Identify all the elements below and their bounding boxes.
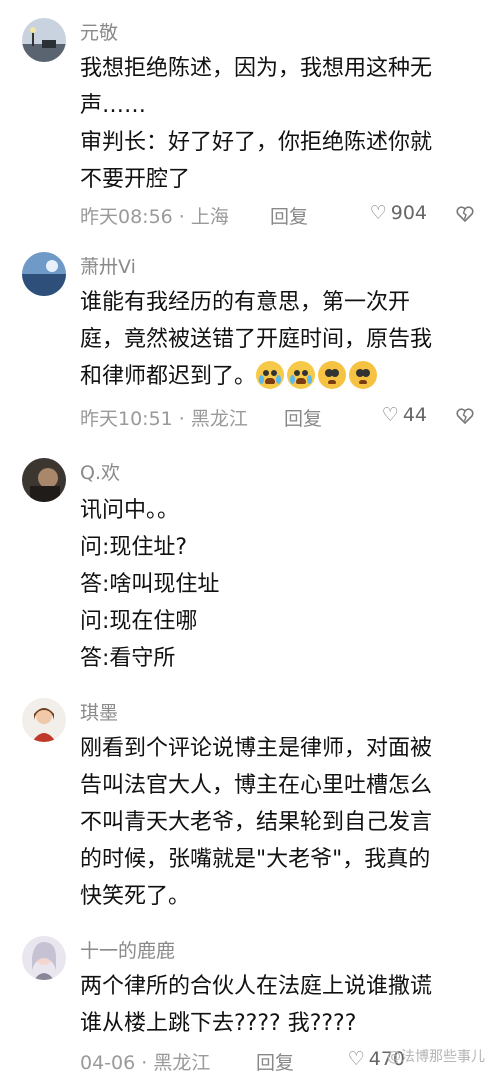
comment-line-text: 和律师都迟到了。 — [80, 364, 257, 389]
comment-line: 快笑死了。 — [80, 884, 191, 909]
comment-line: 谁从楼上跳下去???? 我???? — [80, 1011, 357, 1036]
comment-text: 我想拒绝陈述，因为，我想用这种无 声…… 审判长：好了好了，你拒绝陈述你就 不要… — [80, 50, 476, 198]
avatar[interactable] — [22, 18, 66, 62]
comment-line: 和律师都迟到了。 — [80, 358, 476, 395]
broken-heart-icon[interactable] — [455, 406, 475, 426]
comment-text: 两个律所的合伙人在法庭上说谁撒谎 谁从楼上跳下去???? 我???? — [80, 968, 476, 1042]
comment-meta: 昨天08:56 · 上海 回复 ♡ 904 — [80, 202, 475, 228]
comment-line: 答:啥叫现住址 — [80, 572, 220, 597]
comment-line: 的时候，张嘴就是"大老爷"，我真的 — [80, 847, 431, 872]
username[interactable]: 琪墨 — [80, 702, 118, 724]
comment-line: 审判长：好了好了，你拒绝陈述你就 — [80, 130, 433, 155]
comment-line: 不要开腔了 — [80, 167, 191, 192]
comment-line: 我想拒绝陈述，因为，我想用这种无 — [80, 56, 433, 81]
comment-time-location: 昨天10:51 · 黑龙江 — [80, 408, 248, 430]
username[interactable]: Q.欢 — [80, 462, 120, 484]
comment-line: 庭，竟然被送错了开庭时间，原告我 — [80, 327, 433, 352]
pleading-emoji — [349, 361, 378, 389]
comment-line: 问:现在住哪 — [80, 609, 198, 634]
reply-button[interactable]: 回复 — [284, 404, 322, 431]
like-count: 44 — [402, 404, 427, 426]
like-count: 904 — [390, 202, 427, 224]
broken-heart-icon[interactable] — [455, 204, 475, 224]
username[interactable]: 萧卅Vi — [80, 256, 136, 278]
username[interactable]: 十一的鹿鹿 — [80, 940, 175, 962]
heart-outline-icon: ♡ — [347, 1048, 365, 1070]
comment-line: 不叫青天大老爷，结果轮到自己发言 — [80, 810, 433, 835]
comment-line: 答:看守所 — [80, 646, 176, 671]
comment-line: 告叫法官大人，博主在心里吐槽怎么 — [80, 773, 433, 798]
comment-text: 讯问中。。 问:现住址? 答:啥叫现住址 问:现在住哪 答:看守所 — [80, 492, 476, 677]
avatar[interactable] — [22, 252, 66, 296]
heart-outline-icon: ♡ — [369, 202, 387, 224]
comment-line: 两个律所的合伙人在法庭上说谁撒谎 — [80, 974, 433, 999]
pleading-emoji — [318, 361, 347, 389]
avatar[interactable] — [22, 458, 66, 502]
avatar[interactable] — [22, 936, 66, 980]
like-button[interactable]: ♡ 44 — [382, 404, 427, 426]
comment-line: 声…… — [80, 93, 147, 118]
comment-line: 问:现住址? — [80, 535, 188, 560]
comment-time-location: 04-06 · 黑龙江 — [80, 1052, 211, 1074]
comment-line: 刚看到个评论说博主是律师，对面被 — [80, 736, 433, 761]
crying-emoji — [256, 361, 285, 389]
reply-button[interactable]: 回复 — [270, 202, 308, 229]
comment-line: 讯问中。。 — [80, 498, 180, 523]
watermark: @法博那些事儿 — [387, 1049, 485, 1065]
crying-emoji — [287, 361, 316, 389]
avatar[interactable] — [22, 698, 66, 742]
comment-meta: 昨天10:51 · 黑龙江 回复 ♡ 44 — [80, 404, 475, 430]
like-button[interactable]: ♡ 904 — [370, 202, 427, 224]
comment-line: 谁能有我经历的有意思，第一次开 — [80, 290, 411, 315]
reply-button[interactable]: 回复 — [256, 1048, 294, 1075]
comment-text: 谁能有我经历的有意思，第一次开 庭，竟然被送错了开庭时间，原告我 和律师都迟到了… — [80, 284, 476, 395]
username[interactable]: 元敬 — [80, 22, 118, 44]
comment-text: 刚看到个评论说博主是律师，对面被 告叫法官大人，博主在心里吐槽怎么 不叫青天大老… — [80, 730, 476, 915]
heart-outline-icon: ♡ — [381, 404, 399, 426]
comment-time-location: 昨天08:56 · 上海 — [80, 206, 229, 228]
